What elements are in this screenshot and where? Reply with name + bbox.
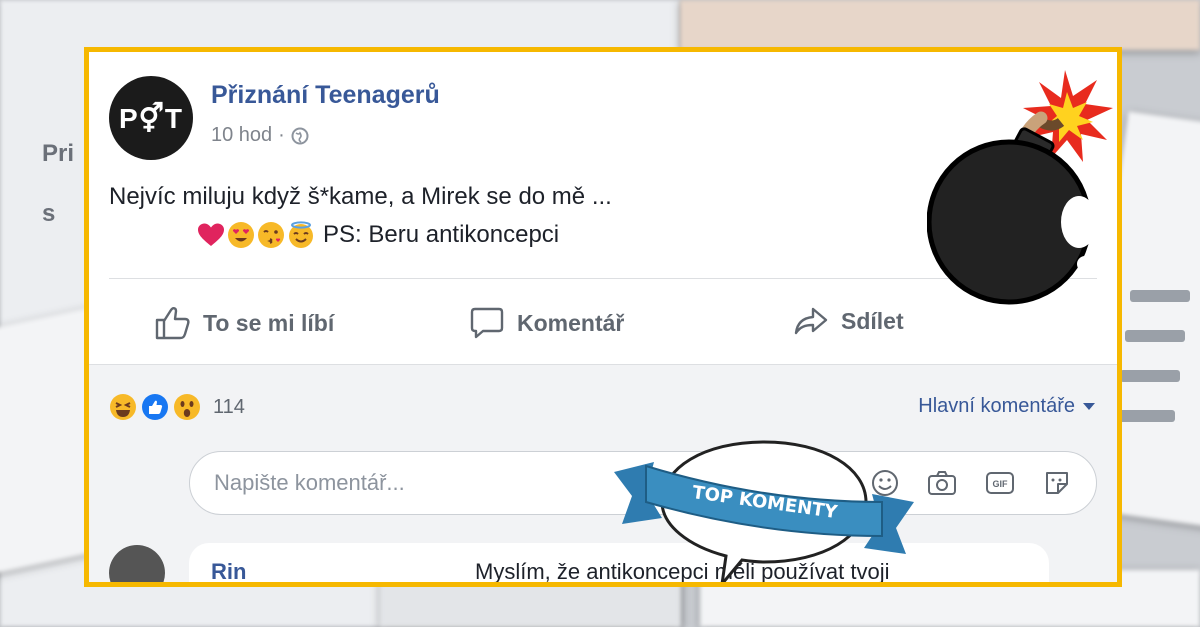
comments-section: 114 Hlavní komentáře Napište komentář...…: [89, 364, 1117, 582]
post-text-line2-row: PS: Beru antikoncepci: [109, 216, 612, 254]
thumbs-up-icon: [155, 307, 190, 340]
post-meta: 10 hod ·: [211, 124, 309, 147]
like-button[interactable]: To se mi líbí: [155, 306, 334, 340]
post-text-line2: PS: Beru antikoncepci: [323, 221, 560, 248]
heart-eyes-emoji-icon: [228, 222, 254, 248]
bomb-icon: [927, 70, 1113, 305]
top-comments-badge: TOP KOMENTY: [614, 440, 914, 582]
post-body: Nejvíc miluju když š*kame, a Mirek se do…: [109, 178, 612, 254]
post-time[interactable]: 10 hod: [211, 124, 272, 147]
page-avatar[interactable]: P⚥T: [109, 76, 193, 160]
post-text-line1: Nejvíc miluju když š*kame, a Mirek se do…: [109, 183, 612, 210]
bg-card: [680, 0, 1200, 50]
reaction-summary[interactable]: 114: [109, 393, 245, 421]
bg-line: [1120, 370, 1180, 382]
post-card: P⚥T Přiznání Teenagerů 10 hod · Nejvíc m…: [84, 47, 1122, 587]
heart-emoji-icon: [198, 223, 224, 246]
bg-line: [1130, 290, 1190, 302]
bg-text: Pri: [42, 140, 75, 167]
comment-sort-dropdown[interactable]: Hlavní komentáře: [918, 395, 1095, 418]
comment-sort-label: Hlavní komentáře: [918, 395, 1075, 417]
kissing-emoji-icon: [258, 222, 284, 248]
bg-line: [1115, 410, 1175, 422]
globe-icon: [291, 127, 309, 144]
commenter-name[interactable]: Rin: [211, 559, 246, 582]
comment-bubble-icon: [470, 307, 504, 339]
comment-button[interactable]: Komentář: [469, 306, 624, 340]
comment-label: Komentář: [517, 309, 625, 336]
like-label: To se mi líbí: [203, 309, 335, 336]
caret-down-icon: [1083, 402, 1095, 410]
sticker-icon[interactable]: [1042, 468, 1072, 498]
halo-smile-emoji-icon: [289, 221, 313, 248]
page-name-link[interactable]: Přiznání Teenagerů: [211, 81, 440, 110]
like-reaction-icon: [142, 394, 168, 420]
bg-text: s: [42, 200, 56, 227]
camera-icon[interactable]: [926, 468, 958, 498]
gif-icon[interactable]: GIF: [984, 468, 1016, 498]
avatar-logo-text: P⚥T: [118, 102, 184, 134]
wow-reaction-icon: [174, 394, 200, 420]
comment-input-placeholder: Napište komentář...: [214, 470, 405, 495]
commenter-avatar[interactable]: [109, 545, 165, 582]
reaction-count: 114: [213, 395, 245, 418]
bg-line: [1125, 330, 1185, 342]
svg-text:GIF: GIF: [993, 479, 1009, 489]
meta-separator: ·: [278, 124, 285, 146]
share-button[interactable]: Sdílet: [793, 306, 904, 336]
share-label: Sdílet: [841, 307, 904, 334]
haha-reaction-icon: [110, 394, 136, 420]
share-arrow-icon: [794, 307, 828, 335]
